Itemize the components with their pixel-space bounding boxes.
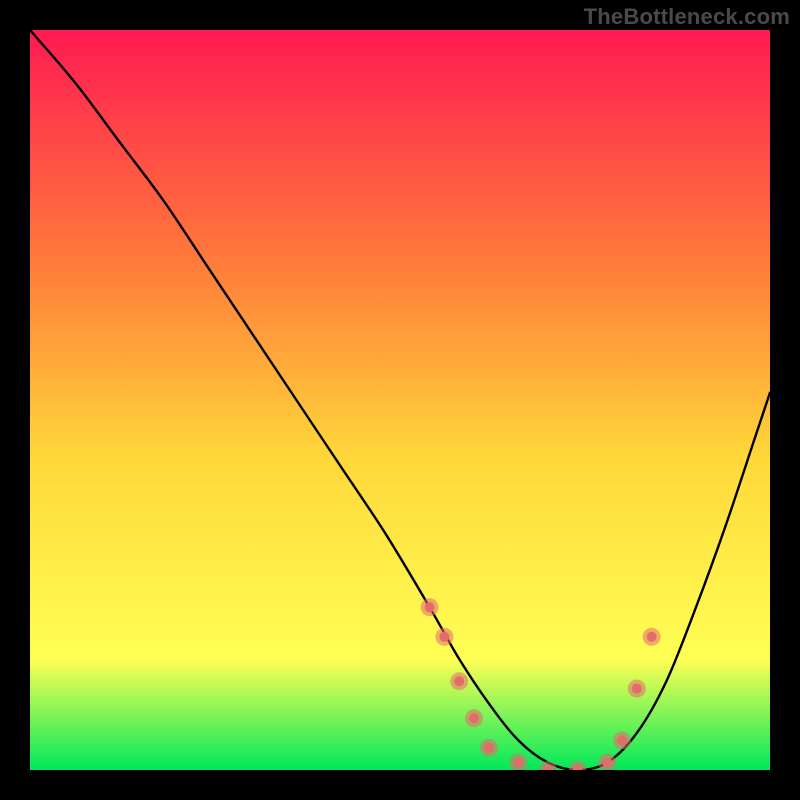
chart-container: TheBottleneck.com — [0, 0, 800, 800]
marker-inner — [469, 713, 479, 723]
plot-area — [30, 30, 770, 770]
marker-inner — [647, 632, 657, 642]
marker-inner — [617, 735, 627, 745]
marker-inner — [439, 632, 449, 642]
marker-inner — [602, 758, 612, 768]
marker-inner — [513, 758, 523, 768]
marker-inner — [632, 684, 642, 694]
bottleneck-chart — [30, 30, 770, 770]
marker-inner — [484, 743, 494, 753]
gradient-background — [30, 30, 770, 770]
marker-inner — [454, 676, 464, 686]
marker-inner — [425, 602, 435, 612]
watermark-text: TheBottleneck.com — [584, 4, 790, 30]
